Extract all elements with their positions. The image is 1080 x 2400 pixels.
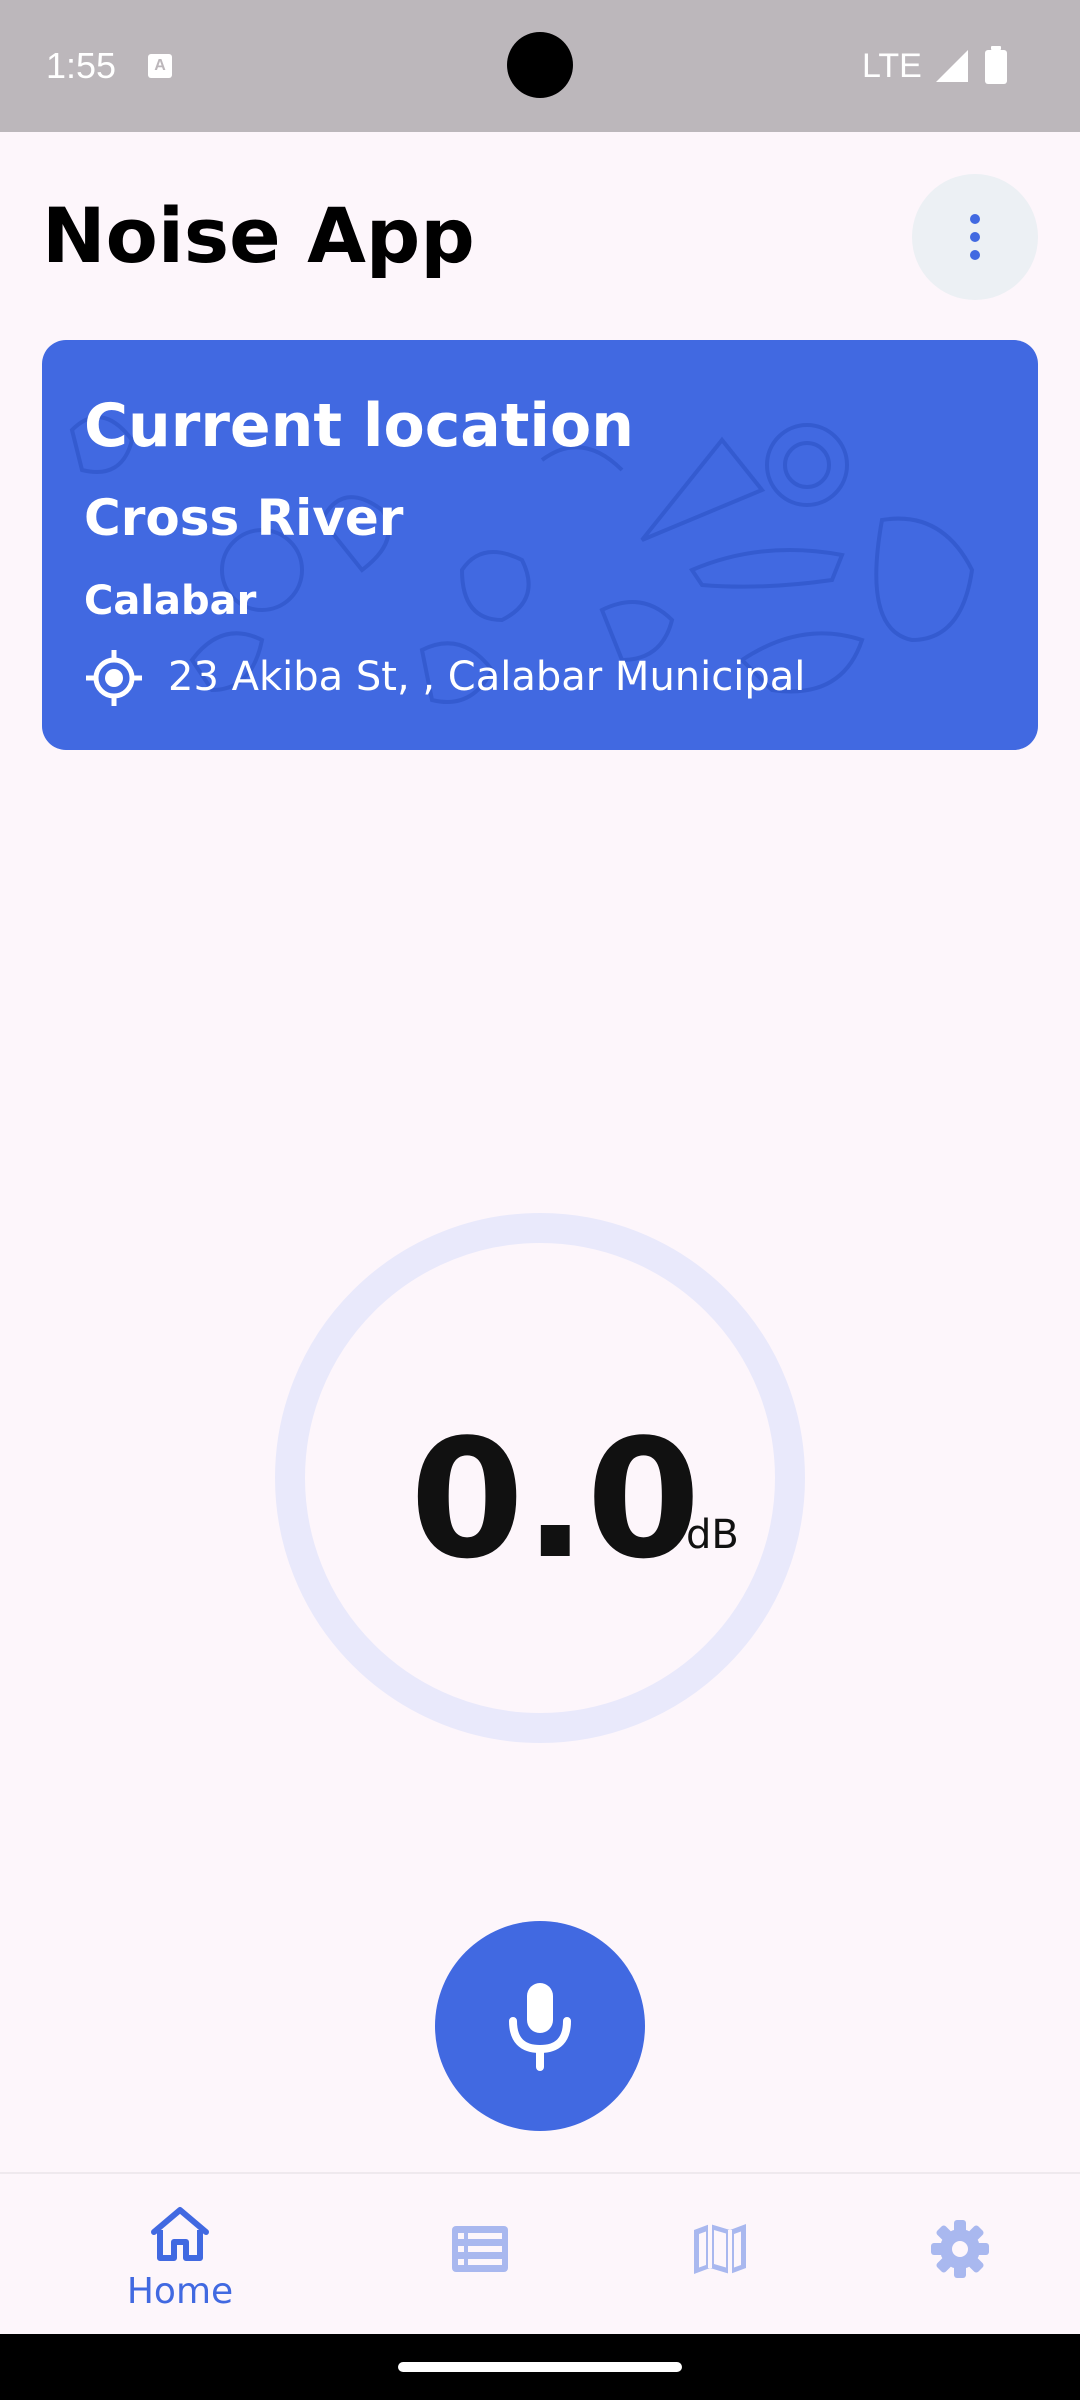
page-title: Noise App <box>42 191 475 280</box>
location-card: Current location Cross River Calabar 23 … <box>42 340 1038 750</box>
record-button[interactable] <box>435 1921 645 2131</box>
list-icon <box>452 2226 508 2272</box>
sound-level-value: 0.0 <box>410 1404 701 1595</box>
more-options-button[interactable] <box>912 174 1038 300</box>
battery-icon <box>985 46 1007 84</box>
nav-list[interactable] <box>390 2174 570 2336</box>
nav-home-label: Home <box>126 2271 234 2312</box>
home-icon <box>151 2207 209 2261</box>
more-vert-icon <box>970 214 980 260</box>
bottom-navigation: Home <box>0 2172 1080 2336</box>
location-address: 23 Akiba St, , Calabar Municipal <box>168 654 806 700</box>
map-icon <box>694 2224 746 2274</box>
status-time: 1:55 <box>46 45 117 86</box>
signal-icon <box>936 50 968 82</box>
notification-app-icon <box>148 54 172 78</box>
microphone-icon <box>509 1983 571 2071</box>
location-state: Cross River <box>84 489 404 547</box>
my-location-icon <box>86 650 142 706</box>
gesture-handle[interactable] <box>398 2362 682 2372</box>
camera-cutout <box>507 32 573 98</box>
gear-icon <box>931 2220 989 2278</box>
location-heading: Current location <box>84 391 634 461</box>
nav-map[interactable] <box>630 2174 810 2336</box>
nav-settings[interactable] <box>870 2174 1050 2336</box>
nav-home[interactable]: Home <box>90 2174 270 2336</box>
location-city: Calabar <box>84 578 257 624</box>
status-bar: 1:55 LTE <box>0 0 1080 132</box>
network-type: LTE <box>862 47 922 85</box>
sound-level-unit: dB <box>686 1512 739 1558</box>
